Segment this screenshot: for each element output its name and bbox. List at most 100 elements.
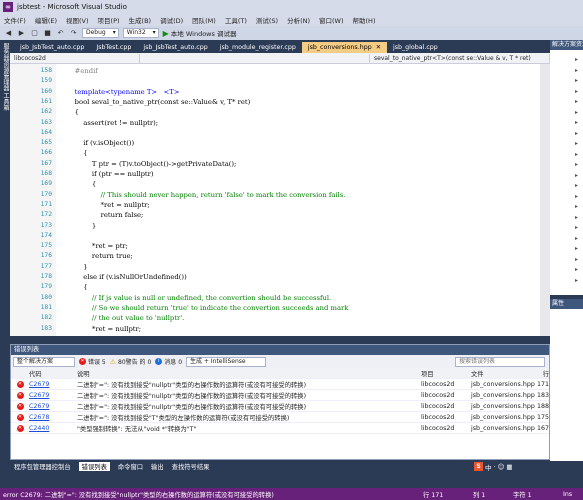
code-line[interactable]: assert(ret != nullptr); bbox=[66, 119, 158, 127]
code-line[interactable]: if (v.isObject()) bbox=[66, 139, 134, 147]
menu-item[interactable]: 项目(P) bbox=[98, 15, 120, 25]
tree-expand-icon[interactable]: ▸ bbox=[575, 130, 578, 137]
ime-emoji-icon[interactable]: ☺ bbox=[498, 463, 505, 471]
col-code[interactable]: 代码 bbox=[29, 369, 77, 378]
menu-item[interactable]: 团队(M) bbox=[192, 15, 216, 25]
error-code-link[interactable]: C2678 bbox=[29, 414, 77, 421]
code-line[interactable]: // So we should return 'true' to indicat… bbox=[66, 304, 349, 312]
tree-expand-icon[interactable]: ▸ bbox=[575, 119, 578, 126]
menu-item[interactable]: 分析(N) bbox=[287, 15, 310, 25]
code-line[interactable]: // This should never happen, return 'fal… bbox=[66, 191, 346, 199]
tree-expand-icon[interactable]: ▸ bbox=[575, 235, 578, 242]
bottom-tab[interactable]: 查找符号结果 bbox=[172, 462, 210, 471]
bottom-tab[interactable]: 命令窗口 bbox=[118, 462, 143, 471]
ime-punct-icon[interactable]: · bbox=[494, 463, 496, 471]
menu-item[interactable]: 工具(T) bbox=[225, 15, 247, 25]
table-row[interactable]: ✕ C2679 二进制"=": 没有找到接受"nullptr"类型的右操作数的运算符… bbox=[11, 379, 549, 390]
code-line[interactable]: // If js value is null or undefined, the… bbox=[66, 294, 331, 302]
document-tab[interactable]: jsb_global.cpp bbox=[387, 42, 444, 53]
code-line[interactable]: T ptr = (T)v.toObject()->getPrivateData(… bbox=[66, 160, 236, 168]
table-row[interactable]: ✕ C2440 "类型强制转换": 无法从"void *"转换为"T" libcoco… bbox=[11, 423, 549, 434]
document-tab[interactable]: jsb_JsbTest_auto.cpp bbox=[14, 42, 90, 53]
tree-expand-icon[interactable]: ▸ bbox=[575, 56, 578, 63]
undo-icon[interactable]: ↶ bbox=[56, 29, 65, 38]
menu-item[interactable]: 文件(F) bbox=[4, 15, 26, 25]
tree-expand-icon[interactable]: ▸ bbox=[575, 98, 578, 105]
tree-expand-icon[interactable]: ▸ bbox=[575, 245, 578, 252]
table-row[interactable]: ✕ C2679 二进制"=": 没有找到接受"nullptr"类型的右操作数的运算符… bbox=[11, 390, 549, 401]
solution-tree[interactable]: ▸ ▸ ▸ ▸ ▸ ▸ ▸ ▸ ▸ ▸ ▸ ▸ ▸ ▸ ▸ ▸ ▸ ▸ ▸ ▸ ▸ ▸ bbox=[550, 50, 583, 295]
redo-icon[interactable]: ↷ bbox=[69, 29, 78, 38]
code-line[interactable]: bool seval_to_native_ptr(const se::Value… bbox=[66, 98, 251, 106]
menu-item[interactable]: 帮助(H) bbox=[353, 15, 376, 25]
run-debugger-button[interactable]: ▶ 本地 Windows 调试器 bbox=[163, 28, 237, 39]
tree-expand-icon[interactable]: ▸ bbox=[575, 140, 578, 147]
scope-dropdown[interactable] bbox=[140, 53, 370, 63]
config-select[interactable]: Debug bbox=[82, 28, 119, 38]
forward-icon[interactable]: ▶ bbox=[17, 29, 26, 38]
code-line[interactable]: return true; bbox=[66, 252, 133, 260]
document-tab[interactable]: JsbTest.cpp bbox=[90, 42, 137, 53]
member-dropdown[interactable]: seval_to_native_ptr<T>(const se::Value &… bbox=[370, 53, 550, 63]
table-row[interactable]: ✕ C2679 二进制"=": 没有找到接受"nullptr"类型的右操作数的运算符… bbox=[11, 401, 549, 412]
code-line[interactable]: template<typename T> <T> bbox=[66, 88, 180, 96]
tree-expand-icon[interactable]: ▸ bbox=[575, 109, 578, 116]
code-line[interactable]: else if (v.isNullOrUndefined()) bbox=[66, 273, 186, 281]
code-area[interactable]: 158 159 160 161 162 163 164 165 166 167 168 169 170 1… bbox=[10, 64, 550, 336]
tree-expand-icon[interactable]: ▸ bbox=[575, 277, 578, 284]
ime-mode-icon[interactable]: 中 bbox=[485, 462, 492, 472]
error-code-link[interactable]: C2679 bbox=[29, 392, 77, 399]
error-code-link[interactable]: C2440 bbox=[29, 425, 77, 432]
code-line[interactable]: { bbox=[66, 108, 79, 116]
tree-expand-icon[interactable]: ▸ bbox=[575, 151, 578, 158]
warnings-filter-button[interactable]: ⚠ 80警告 的 0 bbox=[110, 357, 152, 367]
save-icon[interactable]: ■ bbox=[43, 29, 52, 38]
col-project[interactable]: 项目 bbox=[421, 369, 471, 378]
platform-select[interactable]: Win32 bbox=[122, 28, 159, 38]
tree-expand-icon[interactable]: ▸ bbox=[575, 172, 578, 179]
code-line[interactable]: } bbox=[66, 222, 96, 230]
bottom-tab[interactable]: 输出 bbox=[151, 462, 164, 471]
col-desc[interactable]: 说明 bbox=[77, 369, 421, 378]
code-line[interactable]: *ret = nullptr; bbox=[66, 201, 150, 209]
tree-expand-icon[interactable]: ▸ bbox=[575, 67, 578, 74]
document-tab[interactable]: jsb_module_register.cpp bbox=[214, 42, 302, 53]
code-line[interactable]: return false; bbox=[66, 211, 144, 219]
new-file-icon[interactable]: ▢ bbox=[30, 29, 39, 38]
menu-item[interactable]: 视图(V) bbox=[66, 15, 89, 25]
bottom-tab[interactable]: 错误列表 bbox=[78, 462, 110, 471]
tree-expand-icon[interactable]: ▸ bbox=[575, 224, 578, 231]
error-code-link[interactable]: C2679 bbox=[29, 403, 77, 410]
tree-expand-icon[interactable]: ▸ bbox=[575, 193, 578, 200]
scope-filter[interactable]: 整个解决方案 bbox=[13, 356, 75, 367]
bottom-tab[interactable]: 程序包管理器控制台 bbox=[14, 462, 71, 471]
tree-expand-icon[interactable]: ▸ bbox=[575, 203, 578, 210]
tree-expand-icon[interactable]: ▸ bbox=[575, 161, 578, 168]
menu-item[interactable]: 窗口(W) bbox=[319, 15, 344, 25]
errors-filter-button[interactable]: ✕ 错误 5 bbox=[79, 357, 106, 366]
messages-filter-button[interactable]: i 消息 0 bbox=[155, 357, 182, 366]
code-line[interactable]: } bbox=[66, 263, 87, 271]
code-line[interactable]: *ret = nullptr; bbox=[66, 325, 141, 333]
code-line[interactable]: // the out value to 'nullptr'. bbox=[66, 314, 184, 322]
menu-item[interactable]: 调试(D) bbox=[160, 15, 183, 25]
sogou-ime-icon[interactable]: S bbox=[474, 462, 483, 471]
tree-expand-icon[interactable]: ▸ bbox=[575, 214, 578, 221]
build-filter[interactable]: 生成 + IntelliSense bbox=[186, 356, 267, 367]
error-search-input[interactable]: 搜索错误列表 bbox=[455, 356, 545, 367]
tree-expand-icon[interactable]: ▸ bbox=[575, 88, 578, 95]
document-tab[interactable]: jsb_JsbTest_auto.cpp bbox=[137, 42, 213, 53]
tree-expand-icon[interactable]: ▸ bbox=[575, 256, 578, 263]
code-line[interactable]: #endif bbox=[66, 67, 98, 75]
menu-item[interactable]: 编辑(E) bbox=[35, 15, 57, 25]
code-line[interactable]: { bbox=[66, 283, 87, 291]
server-explorer-tab[interactable]: 服务器资源管理器 工具箱 bbox=[1, 43, 10, 111]
code-line[interactable]: { bbox=[66, 149, 87, 157]
tree-expand-icon[interactable]: ▸ bbox=[575, 77, 578, 84]
vertical-scrollbar[interactable] bbox=[540, 64, 550, 336]
col-file[interactable]: 文件 bbox=[471, 369, 531, 378]
project-dropdown[interactable]: libcocos2d bbox=[10, 53, 140, 63]
col-line[interactable]: 行 bbox=[531, 369, 549, 378]
code-line[interactable]: { bbox=[66, 180, 96, 188]
menu-item[interactable]: 生成(B) bbox=[129, 15, 152, 25]
